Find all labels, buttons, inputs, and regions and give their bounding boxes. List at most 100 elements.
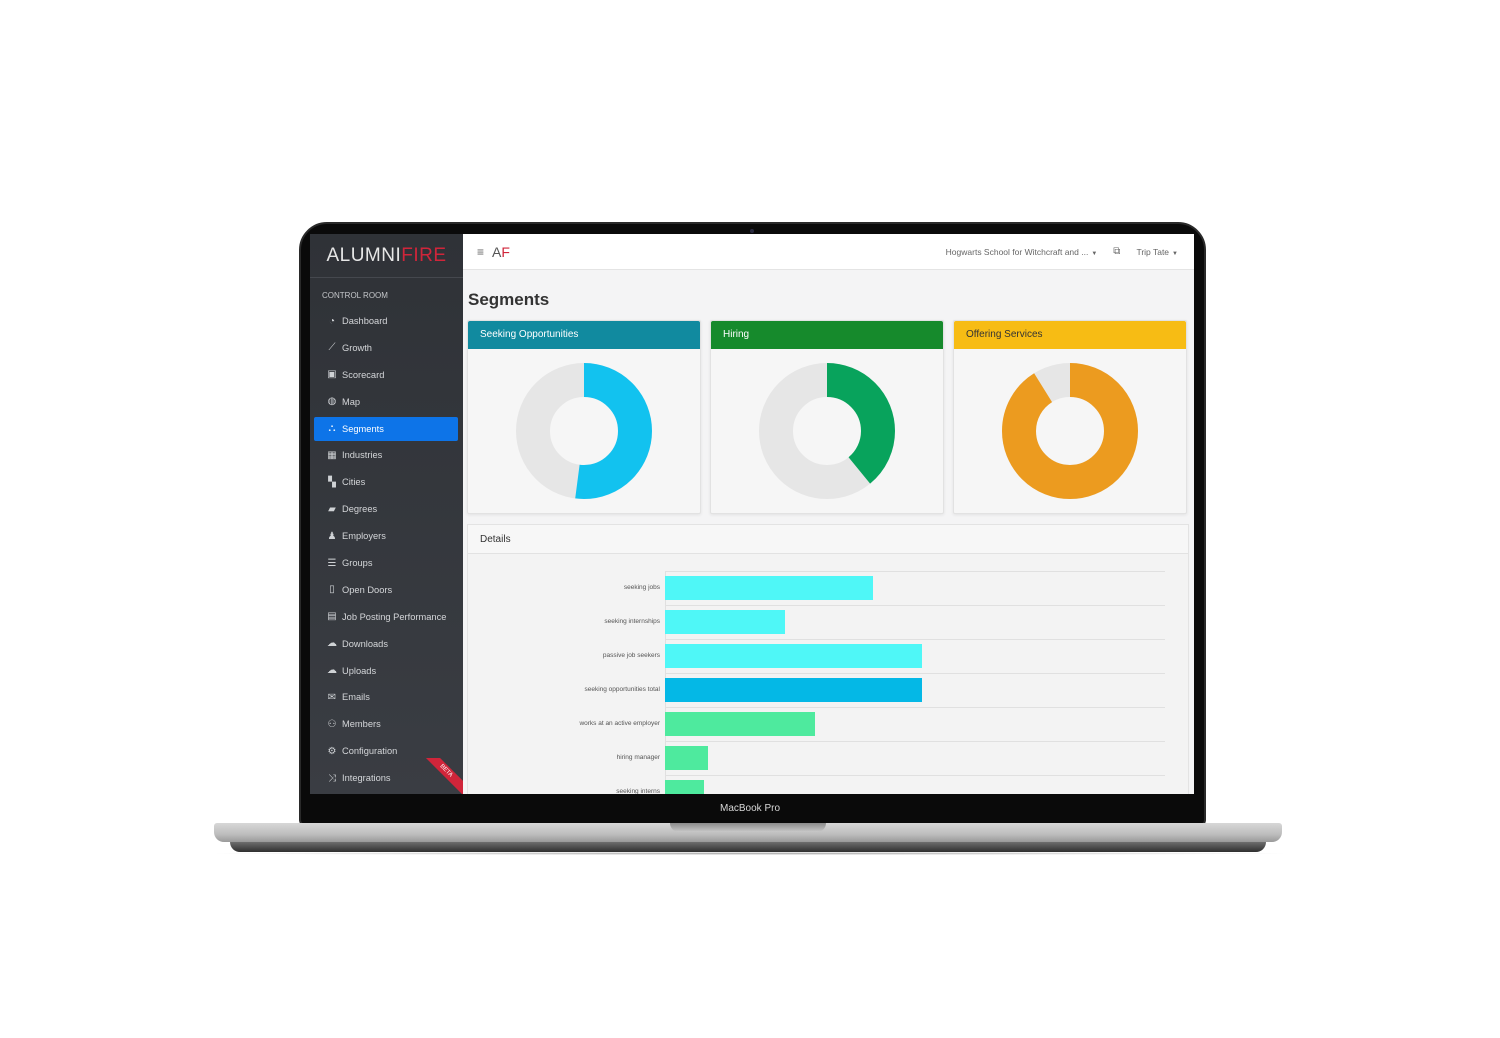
bar-label: works at an active employer — [579, 720, 660, 727]
buildings-icon: ▦ — [327, 449, 337, 461]
graduation-cap-icon: ▰ — [328, 503, 336, 515]
donut-chart — [516, 363, 652, 499]
bar[interactable] — [665, 712, 815, 736]
topbar-right: Hogwarts School for Witchcraft and ... ▼ … — [946, 246, 1178, 257]
laptop-notch — [670, 823, 826, 832]
app-screen: ALUMNI FIRE CONTROL ROOM ◔ Dashboard ⟋ Growt… — [310, 234, 1194, 794]
sidebar-item-job-posting-performance[interactable]: ▤ Job Posting Performance — [314, 605, 458, 629]
brand-logo[interactable]: ALUMNI FIRE — [310, 234, 463, 278]
id-card-icon: ▤ — [327, 611, 337, 623]
sidebar-item-groups[interactable]: ☰ Groups — [314, 551, 458, 575]
globe-icon: ◍ — [327, 396, 337, 408]
beta-badge: BETA — [423, 758, 463, 794]
sidebar-item-label: Map — [342, 396, 361, 407]
camera-icon — [750, 229, 754, 233]
envelope-icon: ✉ — [327, 691, 337, 703]
sidebar-item-label: Scorecard — [342, 369, 385, 380]
sidebar-item-open-doors[interactable]: ▯ Open Doors — [314, 578, 458, 602]
app-logo[interactable]: AF — [492, 244, 510, 260]
bar-label: seeking opportunities total — [584, 686, 660, 693]
segment-card-hiring: Hiring — [710, 320, 944, 514]
sidebar-item-scorecard[interactable]: ▣ Scorecard — [314, 363, 458, 387]
bar[interactable] — [665, 576, 873, 600]
sidebar-item-downloads[interactable]: ☁ Downloads — [314, 632, 458, 656]
laptop-shadow — [200, 852, 1300, 855]
sidebar-item-members[interactable]: ⚇ Members — [314, 712, 458, 736]
sidebar-item-label: Open Doors — [342, 584, 393, 595]
bar-row: seeking internships — [468, 605, 1188, 639]
bar[interactable] — [665, 678, 922, 702]
sidebar-item-cities[interactable]: ▚ Cities — [314, 470, 458, 494]
card-title: Offering Services — [954, 321, 1186, 349]
bar-row: seeking jobs — [468, 571, 1188, 605]
random-icon: ⤨ — [328, 772, 336, 784]
bar[interactable] — [665, 644, 922, 668]
sidebar-item-label: Downloads — [342, 638, 388, 649]
presentation-icon: ▣ — [327, 369, 337, 381]
bar[interactable] — [665, 780, 704, 794]
details-title: Details — [468, 525, 1188, 554]
sidebar-item-integrations[interactable]: ⤨ Integrations BETA — [314, 758, 463, 794]
sidebar-item-employers[interactable]: ♟ Employers — [314, 524, 458, 548]
sidebar-item-industries[interactable]: ▦ Industries — [314, 443, 458, 467]
sidebar-item-label: Job Posting Performance — [342, 611, 447, 622]
user-tie-icon: ♟ — [327, 530, 337, 542]
line-chart-icon: ⟋ — [328, 342, 336, 354]
brand-part2: FIRE — [401, 244, 447, 266]
sidebar-item-label: Growth — [342, 342, 372, 353]
donut-chart — [759, 363, 895, 499]
sidebar-item-map[interactable]: ◍ Map — [314, 390, 458, 414]
caret-down-icon: ▼ — [1172, 250, 1178, 257]
bar-label: seeking jobs — [623, 584, 660, 591]
sidebar-item-label: Integrations — [342, 773, 391, 784]
sidebar-item-uploads[interactable]: ☁ Uploads — [314, 659, 458, 683]
bar-row: seeking interns — [468, 775, 1188, 794]
segment-card-offering-services: Offering Services — [953, 320, 1187, 514]
laptop-base-bottom — [230, 842, 1266, 852]
caret-down-icon: ▼ — [1091, 250, 1098, 257]
sidebar-item-label: Segments — [342, 423, 384, 434]
brand-part1: ALUMNI — [326, 244, 402, 266]
cloud-download-icon: ☁ — [327, 638, 337, 650]
sidebar-item-segments[interactable]: ⛬ Segments — [314, 416, 458, 441]
device-model-label: MacBook Pro — [719, 803, 781, 814]
sidebar-item-emails[interactable]: ✉ Emails — [314, 685, 458, 709]
bar[interactable] — [665, 746, 708, 770]
donut-chart — [1002, 363, 1138, 499]
cloud-upload-icon: ☁ — [327, 665, 337, 677]
card-title: Seeking Opportunities — [468, 321, 700, 349]
sidebar-item-growth[interactable]: ⟋ Growth — [314, 336, 458, 360]
door-open-icon: ▯ — [329, 584, 335, 596]
sidebar-item-label: Uploads — [342, 665, 377, 676]
sidebar-item-label: Configuration — [342, 746, 398, 757]
segment-card-seeking-opportunities: Seeking Opportunities — [467, 320, 701, 514]
beta-ribbon: BETA — [423, 758, 463, 794]
sidebar-item-label: Members — [342, 719, 381, 730]
details-bar-chart: seeking jobs seeking internships passive j… — [468, 554, 1188, 794]
bar-row: works at an active employer — [468, 707, 1188, 741]
sidebar-item-degrees[interactable]: ▰ Degrees — [314, 497, 458, 521]
sidebar-item-label: Cities — [342, 477, 366, 488]
external-link-icon[interactable]: ⧉ — [1113, 246, 1120, 257]
details-panel: Details seeking jobs seeking internships p… — [467, 524, 1189, 794]
bar-label: seeking internships — [604, 618, 660, 625]
sidebar-item-dashboard[interactable]: ◔ Dashboard — [314, 309, 458, 333]
bar-label: seeking interns — [616, 788, 660, 794]
users-icon: ⚇ — [327, 718, 337, 730]
tachometer-icon: ◔ — [328, 315, 336, 327]
donut-value-segment[interactable] — [1002, 363, 1138, 499]
section-label: CONTROL ROOM — [322, 291, 388, 300]
topbar: ≡ AF Hogwarts School for Witchcraft and … — [463, 234, 1194, 270]
sidebar-item-label: Employers — [342, 531, 386, 542]
bar[interactable] — [665, 610, 785, 634]
school-selector-label: Hogwarts School for Witchcraft and ... — [945, 246, 1089, 257]
school-selector[interactable]: Hogwarts School for Witchcraft and ... ▼ — [946, 247, 1098, 257]
map-icon: ▚ — [328, 476, 336, 488]
menu-icon[interactable]: ≡ — [477, 245, 484, 259]
sidebar-item-label: Emails — [342, 692, 370, 703]
list-icon: ☰ — [327, 557, 337, 569]
user-menu[interactable]: Trip Tate ▼ — [1136, 247, 1178, 257]
bar-row: seeking opportunities total — [468, 673, 1188, 707]
bar-label: passive job seekers — [602, 652, 660, 659]
sidebar-item-label: Groups — [342, 558, 373, 569]
